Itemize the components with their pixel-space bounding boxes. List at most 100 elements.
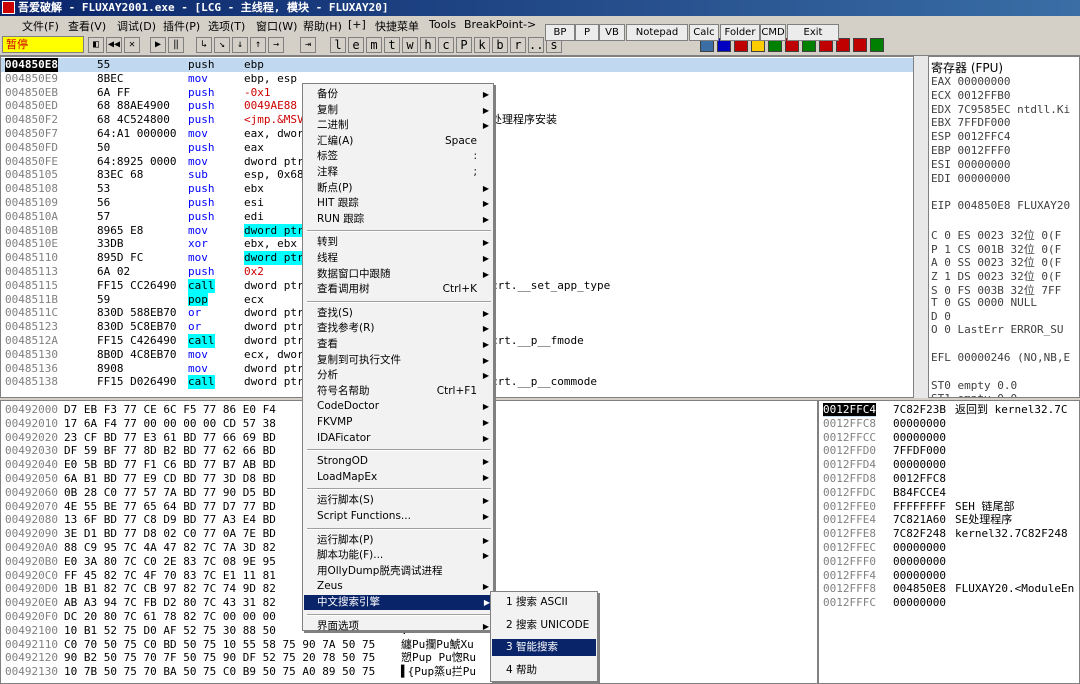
toolbar-letter-b[interactable]: b [492, 37, 508, 53]
plugin-icon[interactable] [870, 38, 884, 52]
context-menu-item[interactable]: 用OllyDump脱壳调试进程 [317, 564, 491, 579]
toolbar-letter-m[interactable]: m [366, 37, 382, 53]
stack-row[interactable]: 0012FFD4 00000000 [823, 458, 946, 472]
toolbar-letter-l[interactable]: l [330, 37, 346, 53]
menu-item[interactable]: 调试(D) [117, 18, 156, 34]
context-menu-item[interactable]: RUN 跟踪 ▶ [317, 212, 491, 227]
context-menu-item[interactable]: 转到 ▶ [317, 235, 491, 250]
context-menu-item[interactable]: 界面选项 ▶ [317, 619, 491, 634]
dump-row[interactable]: 00492130 10 7B 50 75 70 BA 50 75 C0 B9 50… [5, 665, 476, 679]
stack-pane[interactable]: 0012FFC4 7C82F23B 返回到 kernel32.7C 0012FFC8 0… [818, 400, 1080, 684]
context-menu-item[interactable]: 备份 ▶ [317, 87, 491, 102]
dump-row[interactable]: 00492080 13 6F BD 77 C8 D9 BD 77 A3 E4 BD… [5, 513, 408, 527]
context-menu-item[interactable]: FKVMP ▶ [317, 415, 491, 430]
dump-row[interactable]: 00492120 90 B2 50 75 70 7F 50 75 90 DF 52… [5, 651, 476, 665]
toolbar-letter-h[interactable]: h [420, 37, 436, 53]
toolbar-icon[interactable]: ⇥ [300, 37, 316, 53]
context-menu-item[interactable]: 符号名帮助 Ctrl+F1 [317, 384, 491, 399]
context-menu-item[interactable]: 标签: [317, 149, 491, 164]
dump-row[interactable]: 00492040 E0 5B BD 77 F1 C6 BD 77 B7 AB BD… [5, 458, 419, 472]
submenu-item[interactable]: 1 搜索 ASCII [492, 594, 596, 611]
dump-row[interactable]: 00492020 23 CF BD 77 E3 61 BD 77 66 69 BD… [5, 431, 419, 445]
stack-row[interactable]: 0012FFE8 7C82F248 kernel32.7C82F248 [823, 527, 1068, 541]
toolbar-letter-P[interactable]: P [456, 37, 472, 53]
context-menu-item[interactable]: 二进制 ▶ [317, 118, 491, 133]
submenu-item[interactable]: 4 帮助 [492, 662, 596, 679]
dump-row[interactable]: 00492090 3E D1 BD 77 D8 02 C0 77 0A 7E BD… [5, 527, 408, 541]
toolbar-button-notepad[interactable]: Notepad [626, 24, 688, 41]
toolbar-letter-...[interactable]: ... [528, 37, 551, 53]
menu-item[interactable]: Tools [429, 18, 456, 31]
toolbar-letter-w[interactable]: w [402, 37, 418, 53]
stack-row[interactable]: 0012FFCC 00000000 [823, 431, 946, 445]
stack-row[interactable]: 0012FFEC 00000000 [823, 541, 946, 555]
context-menu-item[interactable]: 查找(S) ▶ [317, 306, 491, 321]
dump-row[interactable]: 004920E0 AB A3 94 7C FB D2 80 7C 43 31 82… [5, 596, 408, 610]
toolbar-button-cmd[interactable]: CMD [760, 24, 786, 41]
context-menu-item[interactable]: 中文搜索引擎 ▶ [304, 595, 492, 610]
stack-row[interactable]: 0012FFE0 FFFFFFFF SEH 链尾部 [823, 500, 1015, 514]
context-menu-item[interactable]: 分析 ▶ [317, 368, 491, 383]
stack-row[interactable]: 0012FFC4 7C82F23B 返回到 kernel32.7C [823, 403, 1067, 417]
dump-row[interactable]: 004920C0 FF 45 82 7C 4F 70 83 7C E1 11 81… [5, 569, 419, 583]
stack-row[interactable]: 0012FFD8 0012FFC8 [823, 472, 946, 486]
stack-row[interactable]: 0012FFE4 7C821A60 SE处理程序 [823, 513, 1012, 527]
dump-row[interactable]: 004920B0 E0 3A 80 7C C0 2E 83 7C 08 9E 95… [5, 555, 408, 569]
context-menu-item[interactable]: 脚本功能(F)... ▶ [317, 548, 491, 563]
submenu-item[interactable]: 3 智能搜索 [492, 639, 596, 656]
context-menu-item[interactable]: 断点(P) ▶ [317, 181, 491, 196]
context-menu-item[interactable]: CodeDoctor ▶ [317, 399, 491, 414]
toolbar-icon[interactable]: ↑ [250, 37, 266, 53]
dump-row[interactable]: 00492100 10 B1 52 75 D0 AF 52 75 30 88 50… [5, 624, 408, 638]
context-menu-item[interactable]: 复制 ▶ [317, 103, 491, 118]
context-menu-item[interactable]: 查找参考(R) ▶ [317, 321, 491, 336]
context-menu-item[interactable]: LoadMapEx ▶ [317, 470, 491, 485]
toolbar-button-vb[interactable]: VB [599, 24, 625, 41]
dump-row[interactable]: 004920A0 88 C9 95 7C 4A 47 82 7C 7A 3D 82… [5, 541, 423, 555]
dump-row[interactable]: 00492110 C0 70 50 75 C0 BD 50 75 10 55 58… [5, 638, 474, 652]
toolbar-icon[interactable]: ↳ [196, 37, 212, 53]
context-menu-item[interactable]: 查看调用树 Ctrl+K [317, 282, 491, 297]
menu-item[interactable]: 快捷菜单 [375, 18, 419, 34]
registers-pane[interactable]: 寄存器 (FPU) EAX 00000000 ECX 0012FFB0 EDX 7C… [928, 56, 1080, 398]
toolbar-button-p[interactable]: P [575, 24, 599, 41]
stack-row[interactable]: 0012FFF0 00000000 [823, 555, 946, 569]
menu-item[interactable]: 帮助(H) [303, 18, 342, 34]
plugin-icon[interactable] [853, 38, 867, 52]
dump-row[interactable]: 00492070 4E 55 BE 77 65 64 BD 77 D7 77 BD… [5, 500, 414, 514]
dump-row[interactable]: 00492030 DF 59 BF 77 8D B2 BD 77 62 66 BD… [5, 444, 419, 458]
toolbar-icon[interactable]: ↘ [214, 37, 230, 53]
stack-row[interactable]: 0012FFF4 00000000 [823, 569, 946, 583]
toolbar-button-calc[interactable]: Calc [689, 24, 719, 41]
context-menu-item[interactable]: IDAFicator ▶ [317, 431, 491, 446]
toolbar-letter-t[interactable]: t [384, 37, 400, 53]
stack-row[interactable]: 0012FFF8 004850E8 FLUXAY20.<ModuleEn [823, 582, 1074, 596]
menu-item[interactable]: [+] [348, 18, 366, 31]
context-menu-item[interactable]: 复制到可执行文件 ▶ [317, 353, 491, 368]
submenu-item[interactable]: 2 搜索 UNICODE [492, 617, 596, 634]
dump-row[interactable]: 004920D0 1B B1 82 7C CB 97 82 7C 74 9D 82… [5, 582, 408, 596]
toolbar-icon[interactable]: ▶ [150, 37, 166, 53]
stack-row[interactable]: 0012FFDC B84FCCE4 [823, 486, 946, 500]
toolbar-letter-r[interactable]: r [510, 37, 526, 53]
disasm-row[interactable]: 004850E8 55 push ebp [1, 58, 927, 72]
dump-row[interactable]: 00492010 17 6A F4 77 00 00 00 00 CD 57 38… [5, 417, 421, 431]
menu-item[interactable]: 查看(V) [68, 18, 106, 34]
context-menu-item[interactable]: 运行脚本(P) ▶ [317, 533, 491, 548]
toolbar-icon[interactable]: ◀◀ [106, 37, 122, 53]
context-menu-item[interactable]: 查看 ▶ [317, 337, 491, 352]
toolbar-button-bp[interactable]: BP [545, 24, 575, 41]
toolbar-button-folder[interactable]: Folder [720, 24, 760, 41]
context-menu-item[interactable]: StrongOD ▶ [317, 454, 491, 469]
toolbar-icon[interactable]: ◧ [88, 37, 104, 53]
dump-row[interactable]: 00492060 0B 28 C0 77 57 7A BD 77 90 D5 BD… [5, 486, 419, 500]
context-menu-item[interactable]: 注释; [317, 165, 491, 180]
menu-item[interactable]: 选项(T) [208, 18, 245, 34]
menu-item[interactable]: 文件(F) [22, 18, 59, 34]
stack-row[interactable]: 0012FFC8 00000000 [823, 417, 946, 431]
context-menu-item[interactable]: 线程 ▶ [317, 251, 491, 266]
toolbar-icon[interactable]: → [268, 37, 284, 53]
context-menu-item[interactable]: 数据窗口中跟随 ▶ [317, 267, 491, 282]
context-menu-item[interactable]: Script Functions... ▶ [317, 509, 491, 524]
menu-item[interactable]: 窗口(W) [256, 18, 297, 34]
